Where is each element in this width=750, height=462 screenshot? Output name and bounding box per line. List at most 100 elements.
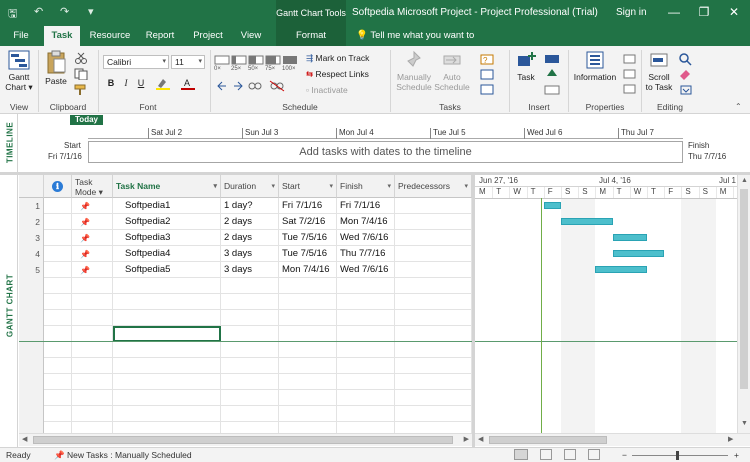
finish-cell[interactable]: [337, 390, 395, 406]
predecessors-cell[interactable]: [395, 198, 472, 214]
predecessors-cell[interactable]: [395, 326, 472, 342]
start-cell[interactable]: [279, 374, 337, 390]
predecessors-cell[interactable]: [395, 230, 472, 246]
task-name-cell[interactable]: Softpedia5: [113, 262, 221, 278]
task-name-cell[interactable]: [113, 310, 221, 326]
copy-icon[interactable]: [74, 68, 88, 80]
select-all-corner[interactable]: [19, 175, 44, 198]
inactivate-button[interactable]: ▫ Inactivate: [306, 85, 348, 95]
indicator-cell[interactable]: [44, 358, 72, 374]
duration-cell[interactable]: 3 days: [221, 262, 279, 278]
task-mode-cell[interactable]: [72, 310, 113, 326]
customize-qat-icon[interactable]: ▾: [88, 5, 94, 18]
predecessors-cell[interactable]: [395, 278, 472, 294]
task-name-cell[interactable]: Softpedia1: [113, 198, 221, 214]
predecessors-cell[interactable]: [395, 342, 472, 358]
task-bar[interactable]: [561, 218, 613, 225]
task-mode-cell[interactable]: 📌: [72, 262, 113, 278]
zoom-slider-thumb[interactable]: [676, 451, 679, 460]
insert-more-icons[interactable]: [543, 52, 565, 98]
pct-25[interactable]: 25×: [231, 66, 248, 72]
task-mode-cell[interactable]: [72, 358, 113, 374]
indicator-cell[interactable]: [44, 422, 72, 433]
table-row[interactable]: 1 📌 Softpedia1 1 day? Fri 7/1/16 Fri 7/1/16: [19, 198, 472, 214]
tab-format[interactable]: Format: [282, 26, 340, 46]
duration-cell[interactable]: [221, 406, 279, 422]
row-id[interactable]: 1: [19, 198, 44, 214]
start-cell[interactable]: [279, 294, 337, 310]
duration-cell[interactable]: 2 days: [221, 230, 279, 246]
finish-cell[interactable]: [337, 422, 395, 433]
start-cell[interactable]: [279, 390, 337, 406]
indicator-cell[interactable]: [44, 246, 72, 262]
predecessors-cell[interactable]: [395, 310, 472, 326]
task-mode-cell[interactable]: 📌: [72, 214, 113, 230]
indicator-cell[interactable]: [44, 230, 72, 246]
start-cell[interactable]: Fri 7/1/16: [279, 198, 337, 214]
table-row[interactable]: 4 📌 Softpedia4 3 days Tue 7/5/16 Thu 7/7/16: [19, 246, 472, 262]
predecessors-cell[interactable]: [395, 406, 472, 422]
row-id[interactable]: [19, 390, 44, 406]
duration-cell[interactable]: [221, 374, 279, 390]
resource-sheet-icon[interactable]: [588, 449, 600, 460]
font-color-icon[interactable]: A: [180, 77, 196, 90]
pct-0[interactable]: 0×: [214, 66, 231, 72]
row-id[interactable]: [19, 422, 44, 433]
collapse-ribbon-icon[interactable]: ⌃: [735, 102, 742, 111]
table-row[interactable]: 2 📌 Softpedia2 2 days Sat 7/2/16 Mon 7/4/16: [19, 214, 472, 230]
save-icon[interactable]: 🖫: [8, 5, 17, 24]
gantt-view-icon[interactable]: [514, 449, 528, 460]
sign-in-link[interactable]: Sign in: [616, 0, 647, 26]
table-row[interactable]: [19, 358, 472, 374]
team-planner-icon[interactable]: [564, 449, 576, 460]
finish-cell[interactable]: Wed 7/6/16: [337, 262, 395, 278]
restore-button[interactable]: ❐: [690, 0, 718, 26]
task-mode-cell[interactable]: [72, 390, 113, 406]
scroll-thumb[interactable]: [740, 189, 748, 389]
row-id[interactable]: 4: [19, 246, 44, 262]
row-id[interactable]: [19, 326, 44, 342]
pct-100[interactable]: 100×: [282, 66, 299, 72]
row-id[interactable]: [19, 294, 44, 310]
finish-cell[interactable]: Wed 7/6/16: [337, 230, 395, 246]
zoom-out-button[interactable]: −: [622, 448, 627, 462]
table-row[interactable]: [19, 406, 472, 422]
font-family-select[interactable]: Calibri ▾: [103, 55, 169, 69]
indicator-cell[interactable]: [44, 310, 72, 326]
task-name-cell[interactable]: Softpedia2: [113, 214, 221, 230]
table-row[interactable]: [19, 374, 472, 390]
highlight-color-icon[interactable]: [155, 77, 171, 90]
indicator-cell[interactable]: [44, 390, 72, 406]
mark-on-track-button[interactable]: ⇶ Mark on Track: [306, 53, 369, 64]
duration-cell[interactable]: [221, 310, 279, 326]
duration-cell[interactable]: 1 day?: [221, 198, 279, 214]
scroll-thumb[interactable]: [489, 436, 607, 444]
task-mode-cell[interactable]: [72, 294, 113, 310]
start-cell[interactable]: Sat 7/2/16: [279, 214, 337, 230]
task-mode-cell[interactable]: [72, 326, 113, 342]
predecessors-cell[interactable]: [395, 374, 472, 390]
predecessors-cell[interactable]: [395, 214, 472, 230]
table-row[interactable]: 3 📌 Softpedia3 2 days Tue 7/5/16 Wed 7/6/16: [19, 230, 472, 246]
predecessors-cell[interactable]: [395, 422, 472, 433]
indicator-cell[interactable]: [44, 374, 72, 390]
predecessors-cell[interactable]: [395, 262, 472, 278]
scroll-left-icon[interactable]: ◀: [478, 435, 483, 443]
task-mode-header[interactable]: Task Mode ▾: [72, 175, 113, 198]
indicator-cell[interactable]: [44, 262, 72, 278]
finish-cell[interactable]: [337, 374, 395, 390]
finish-cell[interactable]: Fri 7/1/16: [337, 198, 395, 214]
tab-view[interactable]: View: [236, 26, 266, 46]
start-cell[interactable]: [279, 326, 337, 342]
task-mode-cell[interactable]: [72, 422, 113, 433]
task-mode-cell[interactable]: 📌: [72, 198, 113, 214]
indicator-cell[interactable]: [44, 342, 72, 358]
tab-resource[interactable]: Resource: [88, 26, 132, 46]
task-mode-icons[interactable]: ?: [478, 52, 500, 96]
tab-task[interactable]: Task: [44, 26, 80, 46]
font-size-select[interactable]: 11 ▾: [171, 55, 205, 69]
start-cell[interactable]: [279, 342, 337, 358]
task-mode-cell[interactable]: [72, 342, 113, 358]
start-header[interactable]: Start ▾: [279, 175, 337, 198]
predecessors-cell[interactable]: [395, 358, 472, 374]
